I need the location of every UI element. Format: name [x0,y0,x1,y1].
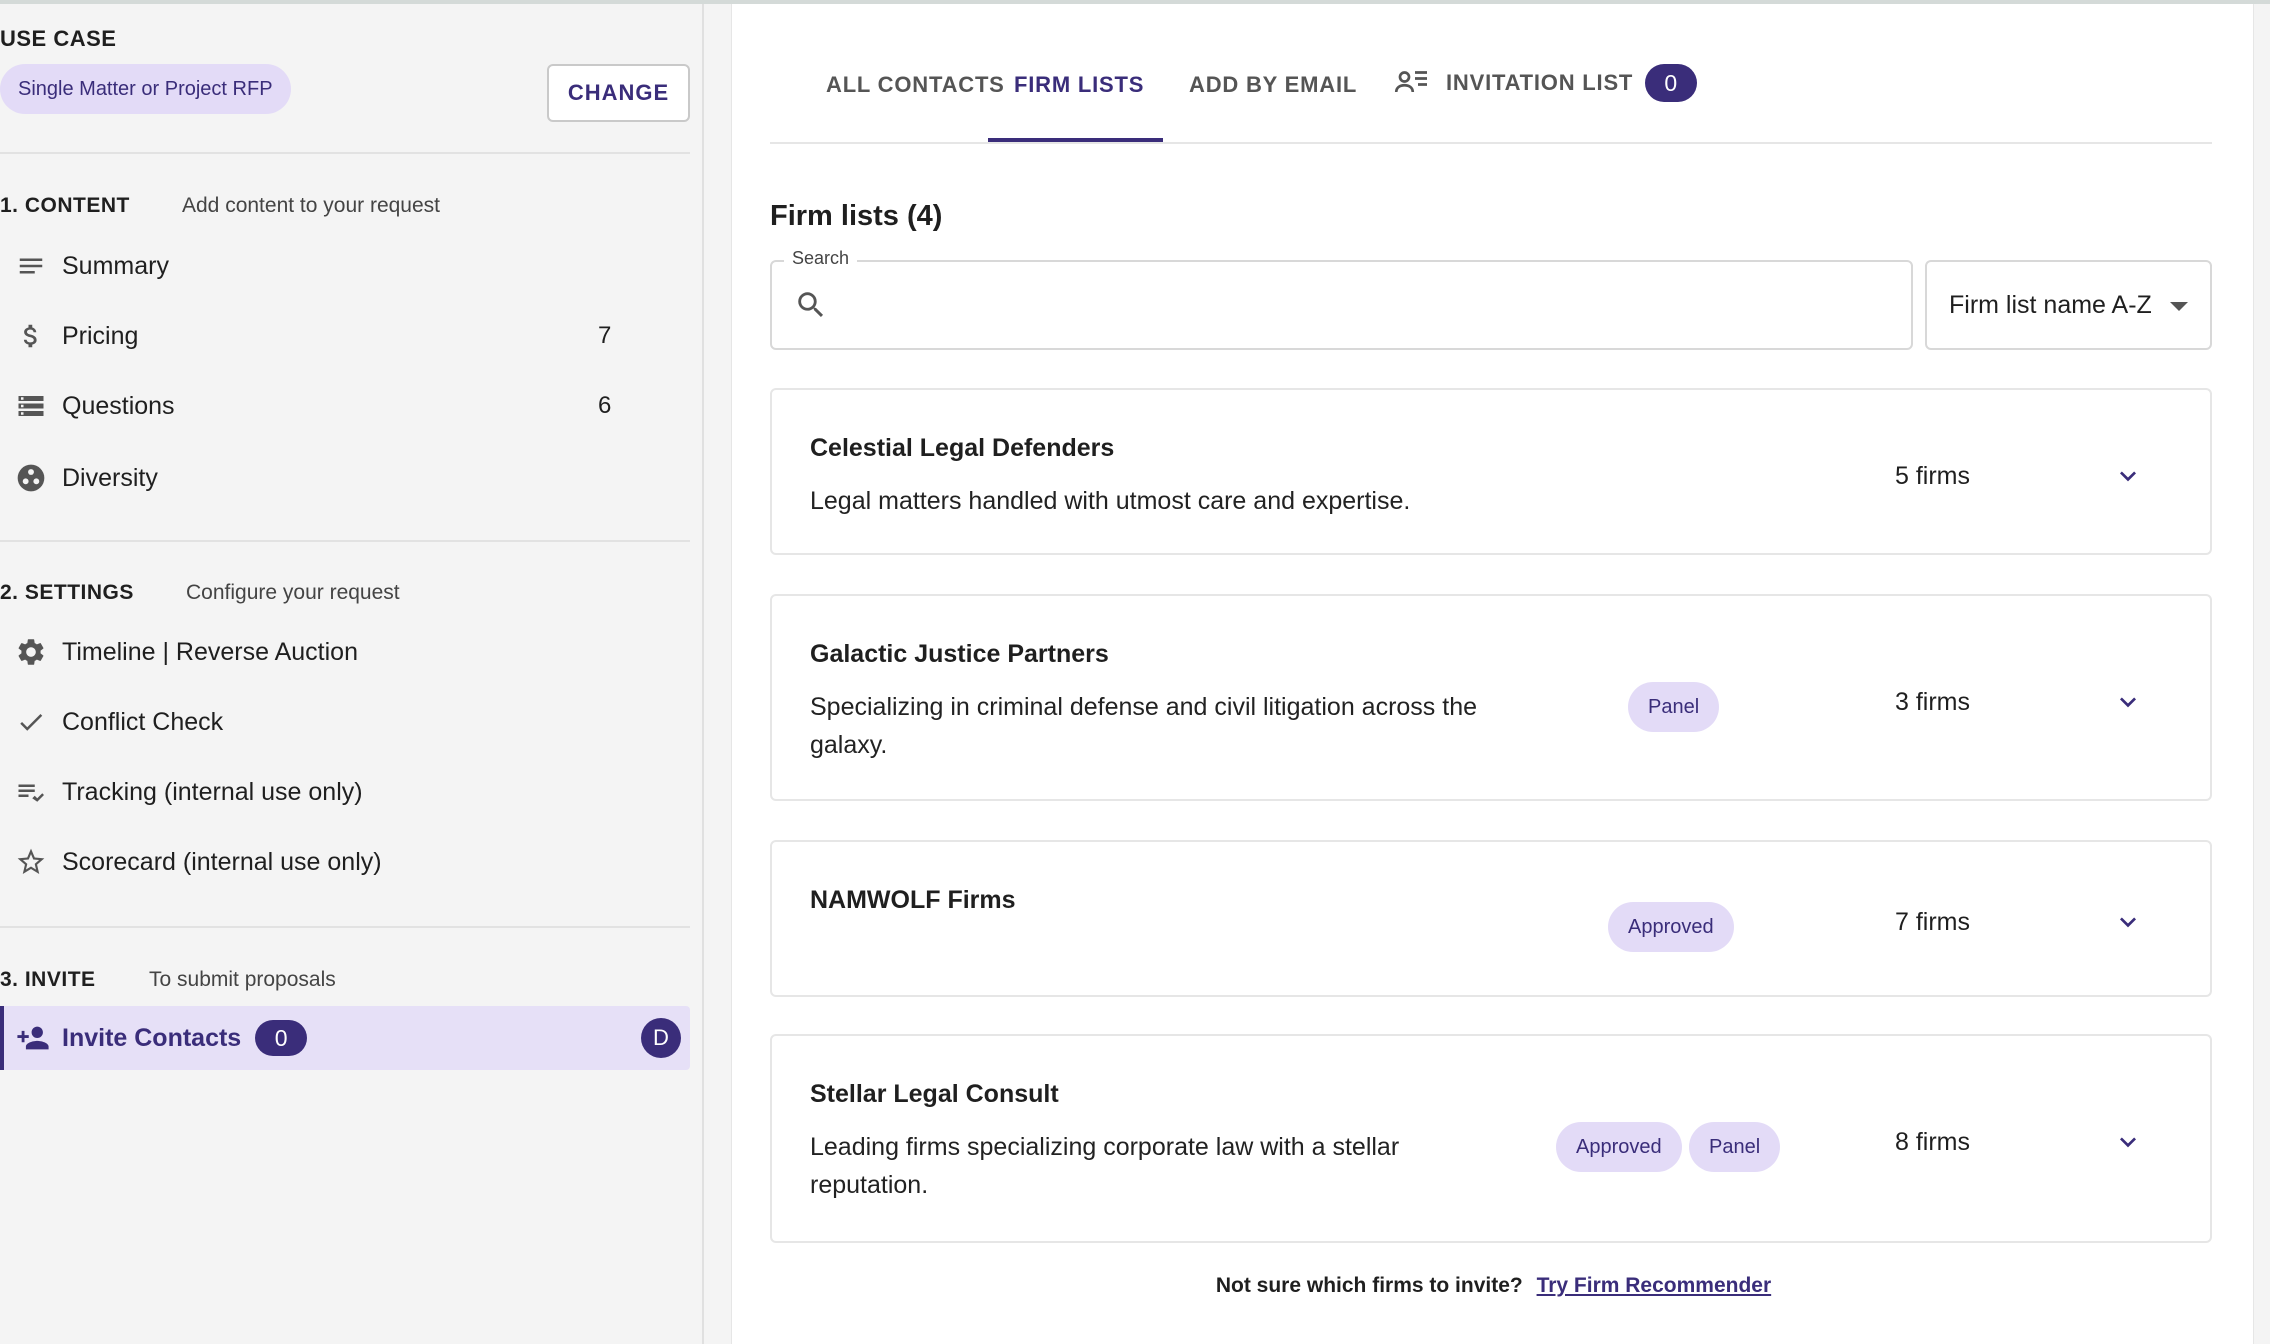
chevron-down-icon[interactable] [2112,686,2144,723]
page-title: Firm lists (4) [770,200,943,232]
tab-invitation-list[interactable]: INVITATION LIST 0 [1394,64,1698,102]
firm-list-description: Legal matters handled with utmost care a… [810,487,1411,515]
sidebar-item-timeline[interactable]: Timeline | Reverse Auction [0,624,690,680]
lines-icon [0,251,62,281]
invite-section-subtitle: To submit proposals [149,968,336,991]
sidebar-item-invite-contacts[interactable]: Invite Contacts 0 D [0,1006,690,1070]
pricing-count: 7 [598,322,612,349]
sidebar-item-label: Summary [62,251,169,280]
firm-list-name: Celestial Legal Defenders [810,434,1115,462]
firm-list-card[interactable]: NAMWOLF Firms Approved 7 firms [770,840,2212,997]
firm-list-description-cont: galaxy. [810,731,888,759]
sidebar-item-scorecard[interactable]: Scorecard (internal use only) [0,834,690,890]
use-case-title: USE CASE [0,26,117,51]
sidebar-item-label: Timeline | Reverse Auction [62,637,358,666]
gear-icon [0,636,62,668]
tab-add-by-email[interactable]: ADD BY EMAIL [1189,72,1357,98]
firm-list-card[interactable]: Celestial Legal Defenders Legal matters … [770,388,2212,555]
tab-bar: ALL CONTACTS FIRM LISTS ADD BY EMAIL INV… [770,4,2212,144]
checklist-icon [0,777,62,807]
questions-count: 6 [598,392,612,419]
sort-select[interactable]: Firm list name A-Z [1925,260,2212,350]
sidebar-item-label: Conflict Check [62,707,224,736]
tag-panel: Panel [1689,1122,1781,1172]
firm-count: 5 firms [1895,462,1970,490]
dropdown-arrow-icon [2170,302,2188,311]
sidebar-item-conflict-check[interactable]: Conflict Check [0,694,690,750]
sort-select-value: Firm list name A-Z [1949,290,2152,319]
avatar[interactable]: D [641,1018,681,1058]
firm-list-description: Specializing in criminal defense and civ… [810,693,1478,721]
tab-all-contacts[interactable]: ALL CONTACTS [826,72,1005,98]
invite-count-badge: 0 [255,1020,308,1056]
sidebar-item-label: Tracking (internal use only) [62,777,363,806]
firm-list-name: Galactic Justice Partners [810,640,1109,668]
content-section-title: 1. CONTENT [0,194,130,217]
sidebar-item-questions[interactable]: Questions 6 [0,378,690,434]
dollar-icon [0,321,62,351]
chevron-down-icon[interactable] [2112,906,2144,943]
sidebar-item-label: Questions [62,391,175,420]
divider [0,926,690,928]
firm-count: 8 firms [1895,1128,1970,1156]
sidebar-item-summary[interactable]: Summary [0,238,690,294]
tab-firm-lists[interactable]: FIRM LISTS [1014,72,1144,98]
firm-count: 7 firms [1895,908,1970,936]
search-input[interactable] [770,260,1913,350]
content-section-subtitle: Add content to your request [182,194,440,217]
tab-invitation-list-label: INVITATION LIST [1446,70,1634,95]
sidebar-item-label: Scorecard (internal use only) [62,847,382,876]
invitation-count-badge: 0 [1645,64,1698,102]
sidebar: USE CASE Single Matter or Project RFP CH… [0,4,704,1344]
recommender-note-text: Not sure which firms to invite? [1215,1274,1523,1297]
chevron-down-icon[interactable] [2112,460,2144,497]
divider [0,152,690,154]
sidebar-item-diversity[interactable]: Diversity [0,450,690,506]
divider [0,540,690,542]
firm-list-name: Stellar Legal Consult [810,1080,1059,1108]
use-case-chip: Single Matter or Project RFP [0,64,291,114]
tag-panel: Panel [1628,682,1720,732]
settings-section-subtitle: Configure your request [186,581,400,604]
change-use-case-button[interactable]: CHANGE [547,64,690,122]
sidebar-item-label: Diversity [62,463,158,492]
firm-count: 3 firms [1895,688,1970,716]
sidebar-item-pricing[interactable]: Pricing 7 [0,308,690,364]
tag-approved: Approved [1556,1122,1682,1172]
chevron-down-icon[interactable] [2112,1126,2144,1163]
search-label: Search [784,248,858,269]
firm-list-description-cont: reputation. [810,1171,929,1199]
firm-list-card[interactable]: Stellar Legal Consult Leading firms spec… [770,1034,2212,1243]
person-list-icon [1394,65,1430,101]
main-panel: ALL CONTACTS FIRM LISTS ADD BY EMAIL INV… [731,4,2254,1344]
check-icon [0,707,62,737]
sidebar-item-label: Pricing [62,321,139,350]
star-icon [0,846,62,878]
firm-list-card[interactable]: Galactic Justice Partners Specializing i… [770,594,2212,801]
tag-approved: Approved [1608,902,1734,952]
sidebar-item-tracking[interactable]: Tracking (internal use only) [0,764,690,820]
invite-section-title: 3. INVITE [0,968,96,991]
firm-list-name: NAMWOLF Firms [810,886,1016,914]
search-icon [794,288,828,327]
recommender-note: Not sure which firms to invite? Try Firm… [732,1274,2255,1298]
add-person-icon [4,1021,62,1055]
try-firm-recommender-link[interactable]: Try Firm Recommender [1537,1274,1772,1297]
active-tab-indicator [988,138,1163,142]
sidebar-item-label: Invite Contacts [62,1023,242,1052]
right-gutter [2254,4,2270,1344]
diversity-icon [0,462,62,494]
storage-icon [0,391,62,421]
firm-list-description: Leading firms specializing corporate law… [810,1133,1400,1161]
settings-section-title: 2. SETTINGS [0,581,134,604]
